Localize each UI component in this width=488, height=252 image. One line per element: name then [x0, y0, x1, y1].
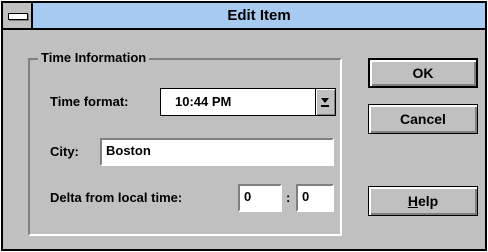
delta-label: Delta from local time:: [50, 190, 183, 205]
delta-separator: :: [286, 190, 291, 205]
system-menu-icon: [8, 13, 28, 20]
cancel-button[interactable]: Cancel: [368, 104, 478, 134]
time-format-label: Time format:: [50, 94, 129, 109]
time-format-value: 10:44 PM: [175, 94, 232, 109]
help-mnemonic: H: [407, 193, 418, 209]
delta-minutes-field[interactable]: 0: [296, 184, 334, 212]
city-field[interactable]: Boston: [100, 138, 334, 166]
delta-hours-field[interactable]: 0: [238, 184, 282, 212]
dialog-title: Edit Item: [227, 7, 291, 24]
time-information-label: Time Information: [38, 50, 150, 66]
city-label: City:: [50, 144, 79, 159]
title-bar[interactable]: Edit Item: [3, 3, 485, 30]
system-menu-button[interactable]: [3, 3, 33, 28]
dropdown-arrow-icon: [321, 98, 329, 107]
help-label-rest: elp: [417, 193, 439, 209]
time-format-dropdown-button[interactable]: [315, 89, 335, 115]
help-button[interactable]: Help: [368, 186, 478, 216]
time-format-dropdown[interactable]: 10:44 PM: [160, 88, 336, 116]
ok-button[interactable]: OK: [368, 58, 478, 88]
